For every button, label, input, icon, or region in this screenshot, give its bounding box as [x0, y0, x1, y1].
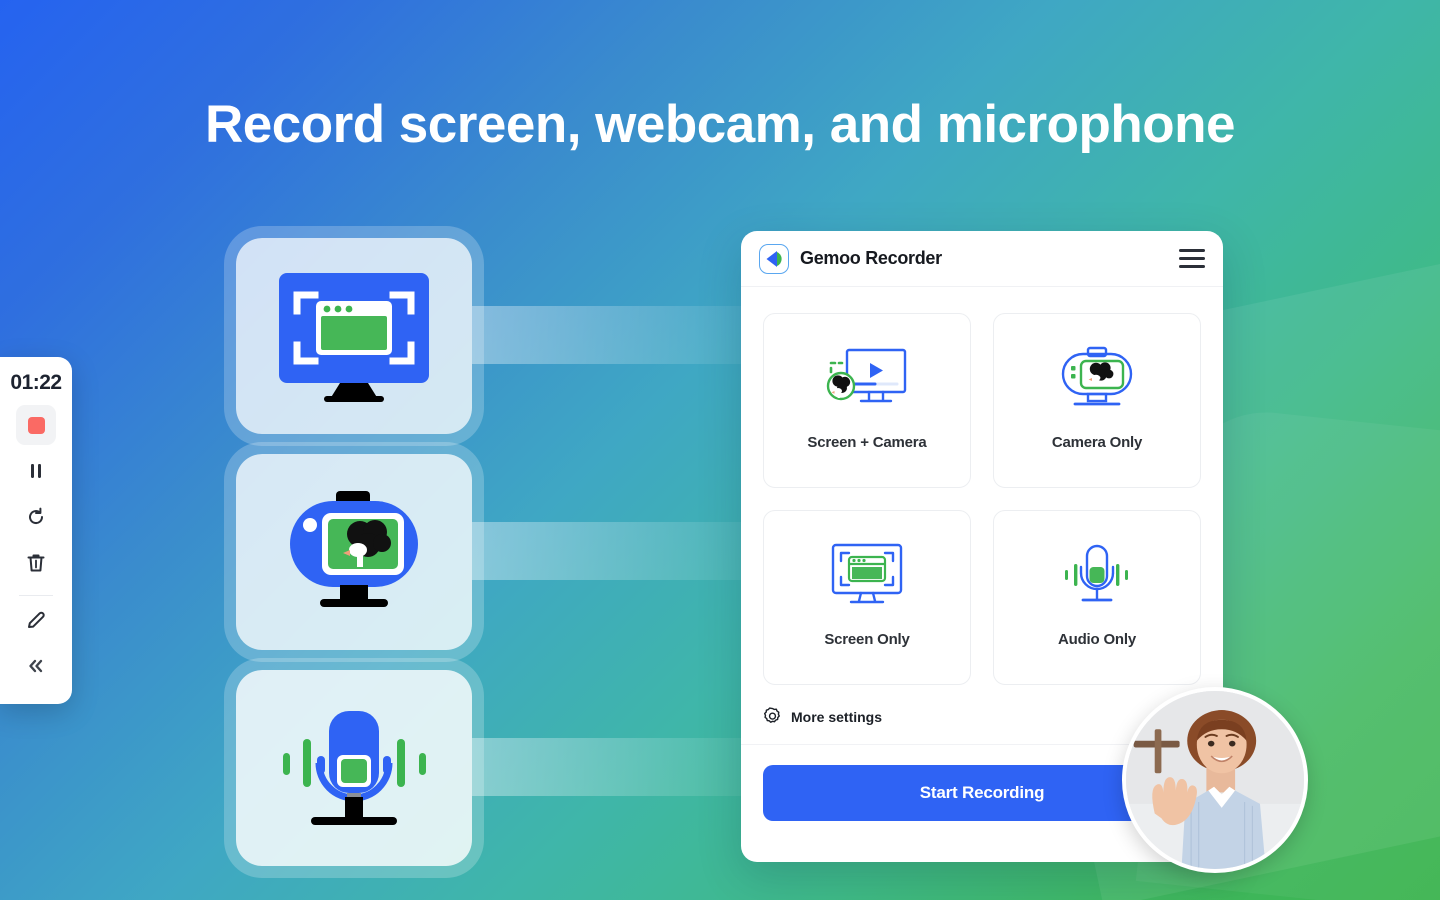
app-header: Gemoo Recorder: [741, 231, 1223, 287]
mode-grid: Screen + Camera Camera Only Screen Only …: [741, 287, 1223, 685]
screen-camera-icon: [823, 342, 911, 416]
connector-webcam: [472, 522, 752, 580]
mode-card-camera-only[interactable]: Camera Only: [993, 313, 1201, 488]
recording-toolbar[interactable]: 01:22: [0, 357, 72, 704]
pen-icon: [28, 611, 45, 628]
mode-card-screen-camera[interactable]: Screen + Camera: [763, 313, 971, 488]
app-title: Gemoo Recorder: [800, 248, 942, 268]
mode-label: Screen + Camera: [807, 434, 927, 451]
screen-illustration: [279, 272, 429, 402]
promo-canvas: Record screen, webcam, and microphone 01…: [0, 0, 1440, 900]
webcam-illustration: [290, 491, 418, 607]
webcam-preview-bubble[interactable]: [1122, 687, 1308, 873]
mode-label: Camera Only: [1051, 434, 1143, 451]
camera-icon: [1055, 342, 1139, 416]
connector-screen: [472, 306, 752, 364]
mode-card-screen-only[interactable]: Screen Only: [763, 510, 971, 685]
collapse-button[interactable]: [16, 646, 56, 686]
connector-microphone: [472, 738, 752, 796]
trash-icon: [27, 554, 45, 572]
microphone-illustration: [283, 710, 426, 825]
gemoo-logo-icon: [766, 250, 782, 267]
draw-button[interactable]: [16, 600, 56, 640]
delete-button[interactable]: [16, 543, 56, 583]
mascot-bird-small: [1088, 362, 1114, 385]
recording-timer: 01:22: [10, 371, 62, 394]
more-settings-label: More settings: [791, 708, 883, 725]
presenter-photo: [1126, 691, 1304, 869]
restart-icon: [29, 507, 44, 525]
feature-tile-webcam: [236, 454, 472, 650]
stop-icon: [27, 416, 45, 434]
page-title: Record screen, webcam, and microphone: [204, 95, 1236, 154]
mode-card-audio-only[interactable]: Audio Only: [993, 510, 1201, 685]
stop-button[interactable]: [16, 405, 56, 445]
mode-label: Screen Only: [824, 631, 910, 648]
pause-button[interactable]: [16, 451, 56, 491]
mode-label: Audio Only: [1058, 631, 1136, 648]
gear-icon: [763, 707, 782, 726]
feature-tile-microphone: [236, 670, 472, 866]
menu-bar-2: [1179, 257, 1205, 260]
feature-tile-screen: [236, 238, 472, 434]
app-logo: [759, 243, 789, 274]
menu-icon[interactable]: [1179, 249, 1205, 268]
toolbar-divider: [19, 595, 53, 596]
restart-button[interactable]: [16, 497, 56, 537]
pause-icon: [31, 464, 41, 478]
menu-bar-3: [1179, 265, 1205, 268]
menu-bar-1: [1179, 249, 1205, 252]
screen-icon: [827, 539, 907, 613]
microphone-icon: [1055, 539, 1139, 613]
chevron-double-left-icon: [29, 659, 43, 673]
feature-tiles: [236, 238, 472, 886]
